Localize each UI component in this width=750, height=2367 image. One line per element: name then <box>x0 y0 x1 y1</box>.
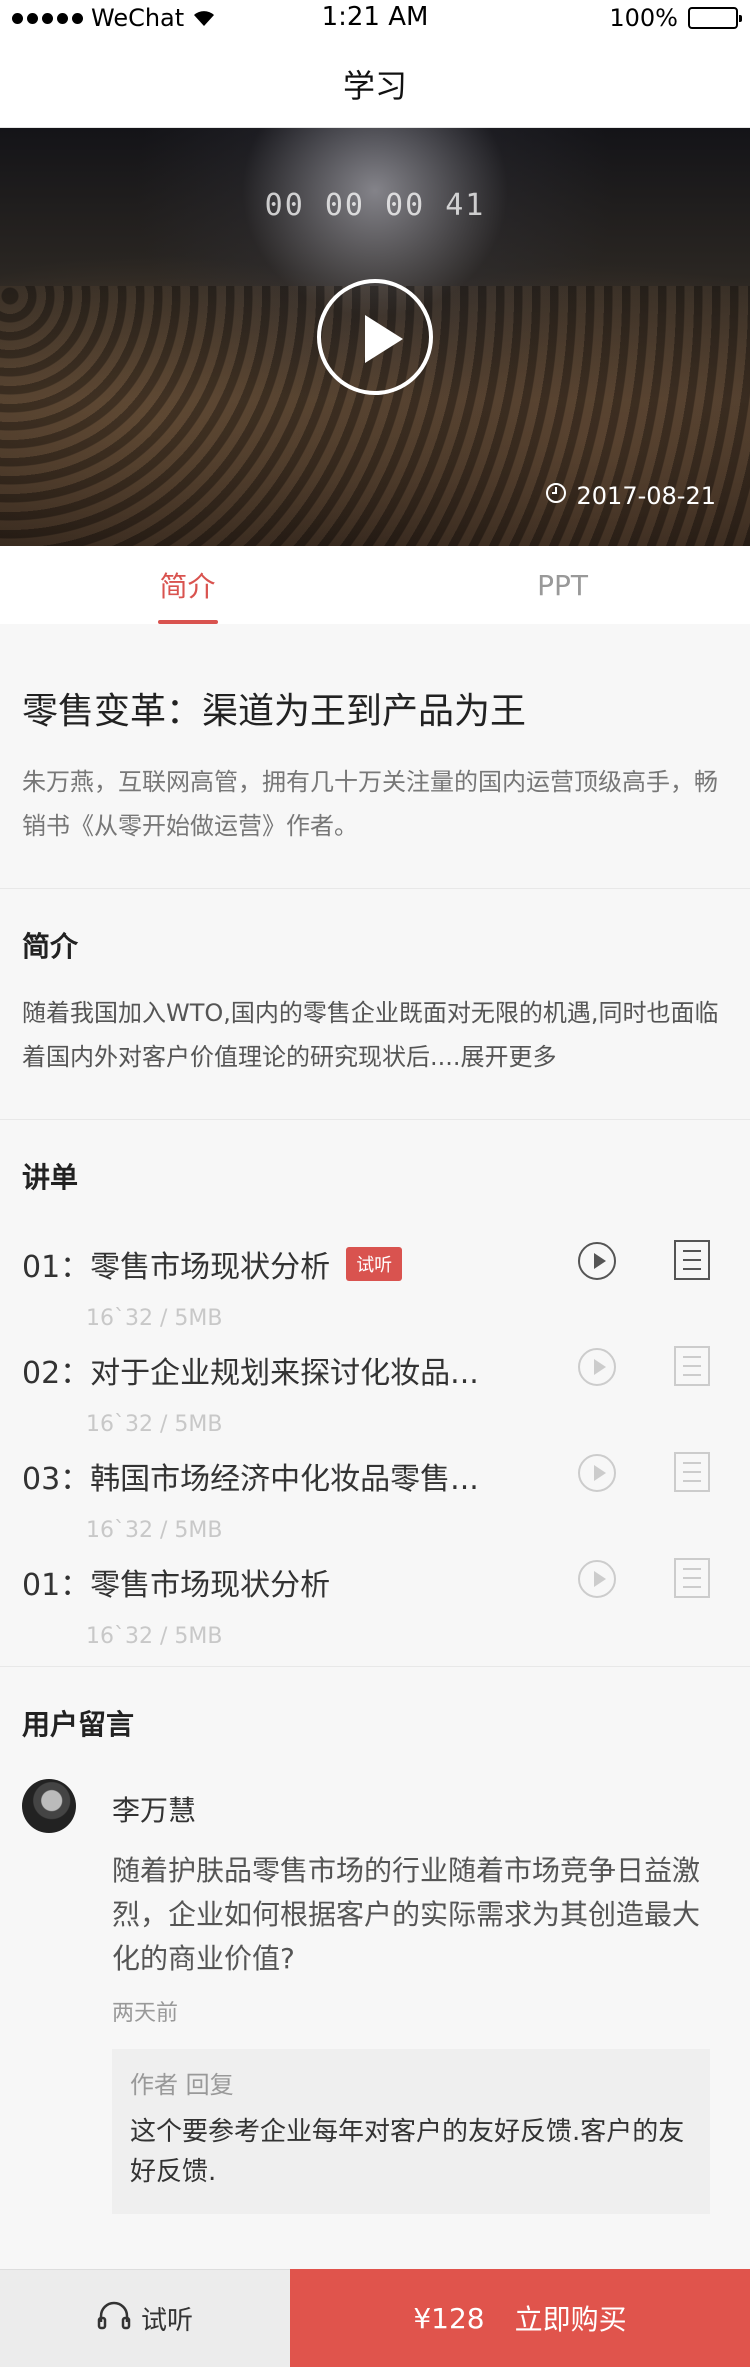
lesson-title: 02：对于企业规划来探讨化妆品... <box>22 1356 479 1391</box>
comments-section: 用户留言 李万慧 随着护肤品零售市场的行业随着市场竞争日益激烈，企业如何根据客户… <box>0 1667 750 2214</box>
clock-icon <box>545 482 567 510</box>
video-play-button[interactable] <box>317 279 433 395</box>
comment-text: 随着护肤品零售市场的行业随着市场竞争日益激烈，企业如何根据客户的实际需求为其创造… <box>112 1854 701 1975</box>
bottom-action-bar: 试听 ¥128 立即购买 <box>0 2269 750 2367</box>
expand-more-link[interactable]: 展开更多 <box>461 1043 557 1071</box>
lesson-document-icon[interactable] <box>674 1240 710 1280</box>
intro-body: 随着我国加入WTO,国内的零售企业既面对无限的机遇,同时也面临着国内外对客户价值… <box>22 999 719 1071</box>
video-player[interactable]: 00 00 00 41 2017-08-21 <box>0 128 750 546</box>
comment-author: 李万慧 <box>112 1794 197 1827</box>
comment-item: 李万慧 随着护肤品零售市场的行业随着市场竞争日益激烈，企业如何根据客户的实际需求… <box>22 1743 728 2214</box>
course-description: 朱万燕，互联网高管，拥有几十万关注量的国内运营顶级高手，畅销书《从零开始做运营》… <box>22 768 718 840</box>
lesson-title: 01：零售市场现状分析 <box>22 1568 331 1603</box>
lesson-section-title: 讲单 <box>22 1161 79 1194</box>
comment-time: 两天前 <box>112 2001 179 2026</box>
lesson-item[interactable]: 02：对于企业规划来探讨化妆品... 16`32 / 5MB <box>22 1328 728 1437</box>
reply-title: 作者 回复 <box>130 2071 234 2099</box>
trial-label: 试听 <box>140 2306 193 2336</box>
lesson-play-icon[interactable] <box>578 1242 616 1280</box>
reply-text: 这个要参考企业每年对客户的友好反馈.客户的友好反馈. <box>130 2117 685 2187</box>
lesson-play-icon[interactable] <box>578 1560 616 1598</box>
status-bar: WeChat 1:21 AM 100% <box>0 0 750 40</box>
trial-button[interactable]: 试听 <box>0 2269 290 2367</box>
intro-section: 简介 随着我国加入WTO,国内的零售企业既面对无限的机遇,同时也面临着国内外对客… <box>0 889 750 1120</box>
video-screen-text: 00 00 00 41 <box>264 188 486 223</box>
battery-percent: 100% <box>609 4 678 32</box>
lesson-document-icon[interactable] <box>674 1346 710 1386</box>
avatar[interactable] <box>22 1779 76 1833</box>
lesson-item[interactable]: 01：零售市场现状分析 试听 16`32 / 5MB <box>22 1222 728 1331</box>
tab-bar: 简介 PPT <box>0 546 750 624</box>
battery-icon <box>688 7 742 29</box>
lesson-section: 讲单 01：零售市场现状分析 试听 16`32 / 5MB 02：对于企业规划来… <box>0 1120 750 1667</box>
page-title: 学习 <box>342 66 407 105</box>
tab-intro[interactable]: 简介 <box>0 546 375 624</box>
buy-label: 立即购买 <box>514 2303 627 2336</box>
course-title: 零售变革：渠道为王到产品为王 <box>22 691 527 732</box>
author-reply: 作者 回复 这个要参考企业每年对客户的友好反馈.客户的友好反馈. <box>112 2049 710 2214</box>
lesson-meta: 16`32 / 5MB <box>86 1624 223 1649</box>
lesson-title: 01：零售市场现状分析 <box>22 1250 331 1285</box>
video-date: 2017-08-21 <box>545 482 716 510</box>
comments-title: 用户留言 <box>22 1708 135 1741</box>
headphones-icon <box>97 2300 131 2337</box>
lesson-document-icon[interactable] <box>674 1452 710 1492</box>
intro-title: 简介 <box>22 930 79 963</box>
price-label: ¥128 <box>413 2301 485 2335</box>
video-date-text: 2017-08-21 <box>576 482 716 510</box>
status-right: 100% <box>609 4 742 32</box>
tab-ppt[interactable]: PPT <box>375 546 750 624</box>
lesson-document-icon[interactable] <box>674 1558 710 1598</box>
lesson-play-icon[interactable] <box>578 1348 616 1386</box>
lesson-item[interactable]: 01：零售市场现状分析 16`32 / 5MB <box>22 1540 728 1649</box>
nav-bar: 学习 <box>0 40 750 128</box>
buy-now-button[interactable]: ¥128 立即购买 <box>290 2269 750 2367</box>
lesson-play-icon[interactable] <box>578 1454 616 1492</box>
lesson-title: 03：韩国市场经济中化妆品零售... <box>22 1462 479 1497</box>
course-info: 零售变革：渠道为王到产品为王 朱万燕，互联网高管，拥有几十万关注量的国内运营顶级… <box>0 624 750 889</box>
intro-text: 随着我国加入WTO,国内的零售企业既面对无限的机遇,同时也面临着国内外对客户价值… <box>22 965 728 1119</box>
trial-badge: 试听 <box>346 1247 403 1281</box>
lesson-item[interactable]: 03：韩国市场经济中化妆品零售... 16`32 / 5MB <box>22 1434 728 1543</box>
